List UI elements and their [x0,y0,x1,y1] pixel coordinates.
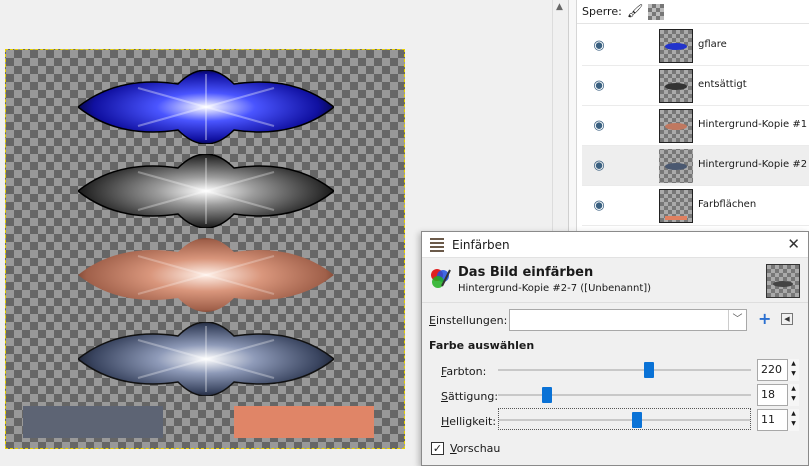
settings-label-text: instellungen: [435,314,508,327]
layer-row-selected[interactable]: ◉ Hintergrund-Kopie #2 [582,146,809,186]
visibility-eye-icon[interactable]: ◉ [588,78,610,93]
slider-track [498,369,751,371]
drawable-thumb-shape [773,281,793,287]
add-preset-plus-icon[interactable]: + [758,311,771,327]
layer-row[interactable]: ◉ entsättigt [582,66,809,106]
dialog-title: Einfärben [452,237,510,252]
saturation-slider[interactable] [498,384,751,406]
lightness-label-text: elligkeit: [449,415,497,428]
layer-name[interactable]: entsättigt [698,79,747,90]
gimp-tool-icon [430,237,444,252]
slider-track [499,419,750,421]
lock-label: Sperre: [582,5,622,18]
settings-combobox[interactable]: ﹀ [509,309,747,331]
preview-label-mnemonic: V [450,442,457,455]
slider-track [498,394,751,396]
preset-menu-icon[interactable]: ◀ [781,313,793,325]
layer-thumbnail [659,29,693,63]
header-subtitle: Hintergrund-Kopie #2-7 ([Unbenannt]) [458,283,652,294]
color-swatch-salmon [234,406,374,438]
settings-label: Einstellungen: [429,314,507,327]
layer-row[interactable]: ◉ Hintergrund-Kopie #1 [582,106,809,146]
saturation-label-text: ättigung: [447,390,499,403]
visibility-eye-icon[interactable]: ◉ [588,118,610,133]
layer-thumb-shape [665,163,687,170]
hue-spinbox[interactable]: 220 ▲ ▼ [757,359,799,381]
visibility-eye-icon[interactable]: ◉ [588,38,610,53]
saturation-label-mnemonic: S [441,390,448,403]
lightness-label: Helligkeit: [441,415,496,428]
flare-copper [78,238,334,312]
layer-thumbnail [659,109,693,143]
layer-thumbnail [659,69,693,103]
section-title: Farbe auswählen [429,339,535,352]
hue-value: 220 [761,363,782,376]
close-icon[interactable]: ✕ [787,235,800,253]
flare-gray [78,154,334,228]
header-title: Das Bild einfärben [458,265,594,280]
lock-alpha-icon[interactable] [648,3,665,20]
lightness-value: 11 [761,413,775,426]
colorize-icon [431,269,451,288]
layer-thumbnail [659,149,693,183]
visibility-eye-icon[interactable]: ◉ [588,198,610,213]
layer-name[interactable]: Farbflächen [698,199,756,210]
visibility-eye-icon[interactable]: ◉ [588,158,610,173]
scroll-up-arrow-icon[interactable]: ▲ [556,2,563,12]
layer-row[interactable]: ◉ gflare [582,26,809,66]
preview-label-text: orschau [456,442,501,455]
flare-slate [78,322,334,396]
lightness-slider[interactable] [498,408,751,430]
layer-thumb-shape [665,43,687,50]
layer-thumb-shape [665,123,687,130]
preview-checkbox[interactable]: ✓ [431,442,444,455]
lock-row: Sperre: 🖌 [577,0,809,24]
lock-pixels-brush-icon[interactable]: 🖌 [627,4,644,19]
color-swatch-slate [23,406,163,438]
spin-arrows-icon[interactable]: ▲ ▼ [787,384,799,406]
chevron-down-icon[interactable]: ﹀ [728,310,746,330]
preview-label: Vorschau [450,442,500,455]
preview-toggle[interactable]: ✓ Vorschau [431,442,500,455]
layer-thumb-shape [665,83,687,90]
dialog-titlebar[interactable]: Einfärben ✕ [422,232,808,258]
dialog-header: Das Bild einfärben Hintergrund-Kopie #2-… [422,259,808,303]
layer-thumb-shape [665,216,687,220]
layer-name[interactable]: Hintergrund-Kopie #1 [698,119,807,130]
drawable-preview-thumbnail [766,264,800,298]
hue-label-text: arbton: [446,365,487,378]
colorize-dialog: Einfärben ✕ Das Bild einfärben Hintergru… [421,231,809,466]
flare-blue [78,70,334,144]
saturation-spinbox[interactable]: 18 ▲ ▼ [757,384,799,406]
hue-slider[interactable] [498,359,751,381]
layer-name[interactable]: gflare [698,39,727,50]
slider-handle[interactable] [632,412,642,428]
spin-arrows-icon[interactable]: ▲ ▼ [787,409,799,431]
saturation-label: Sättigung: [441,390,498,403]
hue-label: Farbton: [441,365,486,378]
saturation-value: 18 [761,388,775,401]
image-canvas[interactable] [5,49,405,449]
slider-handle[interactable] [644,362,654,378]
spin-arrows-icon[interactable]: ▲ ▼ [787,359,799,381]
layer-row[interactable]: ◉ Farbflächen [582,186,809,226]
slider-handle[interactable] [542,387,552,403]
settings-label-mnemonic: E [429,314,436,327]
lightness-spinbox[interactable]: 11 ▲ ▼ [757,409,799,431]
layer-name[interactable]: Hintergrund-Kopie #2 [698,159,807,170]
layer-thumbnail [659,189,693,223]
